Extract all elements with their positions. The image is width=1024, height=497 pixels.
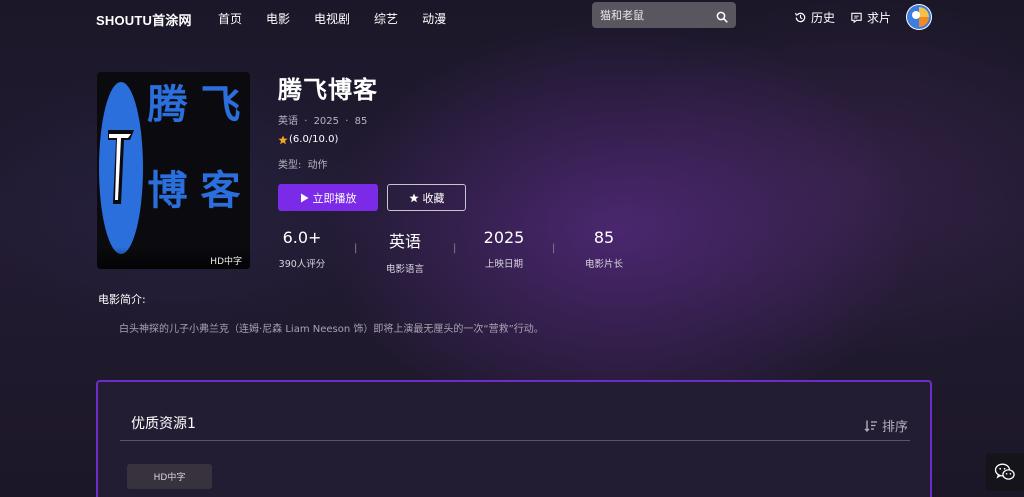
intro-title: 电影简介: (98, 293, 146, 306)
wechat-icon (994, 463, 1015, 480)
request-label: 求片 (867, 11, 892, 25)
movie-title: 腾飞博客 (278, 76, 378, 104)
panel-divider (120, 440, 910, 441)
history-link[interactable]: 历史 (794, 9, 835, 26)
favorite-button[interactable]: 收藏 (387, 184, 466, 211)
stat-value: 6.0+ (282, 228, 322, 247)
rating-text: (6.0/10.0) (289, 134, 339, 145)
user-avatar[interactable] (906, 4, 932, 30)
stat-label: 上映日期 (484, 259, 523, 270)
poster-char: 腾 (147, 82, 188, 128)
meta-separator: · (345, 116, 349, 127)
nav-item-variety[interactable]: 综艺 (374, 10, 398, 27)
poster-title-art: 腾 飞 博 客 (141, 84, 247, 254)
history-icon (794, 12, 806, 23)
play-label: 立即播放 (312, 191, 357, 205)
resource-title: 优质资源1 (131, 416, 196, 432)
play-button[interactable]: 立即播放 (278, 184, 378, 211)
resource-panel: 优质资源1 排序 HD中字 (96, 380, 932, 497)
stat-value: 英语 (388, 232, 421, 251)
nav-item-anime[interactable]: 动漫 (422, 10, 446, 27)
history-label: 历史 (811, 11, 836, 25)
meta-language: 英语 (278, 116, 298, 127)
resource-tab-hd[interactable]: HD中字 (127, 464, 212, 489)
stat-divider: | (453, 243, 457, 254)
meta-separator: · (304, 116, 308, 127)
nav-item-home[interactable]: 首页 (218, 10, 242, 27)
stat-release-date: 2025 上映日期 (459, 228, 549, 270)
intro-text: 白头神探的儿子小弗兰克（连姆·尼森 Liam Neeson 饰）即将上演最无厘头… (119, 324, 544, 335)
stat-label: 电影片长 (584, 259, 623, 270)
genre-label: 类型: (278, 160, 302, 171)
poster-char: 飞 (200, 82, 241, 128)
meta-year: 2025 (313, 116, 340, 127)
play-icon (300, 193, 308, 202)
stat-value: 85 (593, 228, 615, 247)
stat-language: 英语 电影语言 (360, 228, 450, 275)
movie-genre: 类型: 动作 (278, 156, 328, 171)
movie-poster[interactable]: 腾 飞 博 客 HD中字 (97, 72, 250, 269)
search-box (592, 2, 736, 28)
search-icon[interactable] (716, 8, 728, 27)
stat-value: 2025 (483, 228, 525, 247)
site-logo[interactable]: SHOUTU首涂网 (96, 10, 192, 29)
poster-char: 博 (147, 168, 188, 214)
movie-meta: 英语 · 2025 · 85 (278, 112, 367, 127)
top-header: SHOUTU首涂网 首页 电影 电视剧 综艺 动漫 历史 求片 (0, 0, 1024, 34)
nav-item-movies[interactable]: 电影 (266, 10, 290, 27)
stat-divider: | (354, 243, 358, 254)
stat-duration: 85 电影片长 (559, 228, 649, 270)
search-input[interactable] (592, 8, 710, 22)
stat-divider: | (552, 243, 556, 254)
quality-badge: HD中字 (97, 247, 250, 269)
movie-rating: (6.0/10.0) (278, 134, 338, 145)
sort-label: 排序 (881, 420, 908, 435)
star-icon (408, 193, 419, 202)
stat-label: 电影语言 (385, 264, 424, 275)
genre-value: 动作 (307, 160, 328, 171)
stat-rating: 6.0+ 390人评分 (257, 228, 347, 270)
poster-char: 客 (200, 168, 241, 214)
stat-label: 390人评分 (278, 259, 326, 270)
star-icon (278, 135, 288, 144)
wechat-share-button[interactable] (986, 453, 1024, 491)
meta-duration: 85 (354, 116, 368, 127)
nav-item-tv[interactable]: 电视剧 (314, 10, 350, 27)
sort-icon (864, 420, 877, 432)
sort-button[interactable]: 排序 (864, 416, 908, 435)
message-icon (851, 12, 862, 24)
favorite-label: 收藏 (422, 191, 445, 205)
request-link[interactable]: 求片 (850, 9, 891, 26)
main-nav: 首页 电影 电视剧 综艺 动漫 (218, 10, 446, 27)
